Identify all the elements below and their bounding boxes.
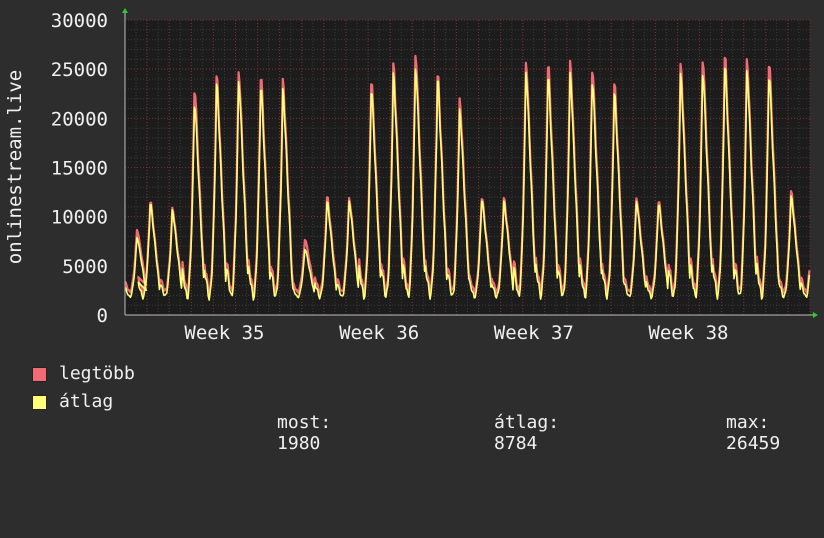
x-tick-label: Week 38 (648, 322, 728, 344)
stream-chart: 0 5000 10000 15000 20000 25000 30000 Week 35 Wee… (4, 8, 818, 344)
y-tick-label: 30000 (51, 10, 108, 32)
stat-most-value: 1980 (277, 433, 321, 454)
chart-stage: 0 5000 10000 15000 20000 25000 30000 Week 35 Wee… (0, 0, 824, 454)
stat-max-value: 26459 (726, 433, 781, 454)
y-tick-label: 20000 (51, 108, 108, 130)
y-tick-label: 0 (97, 305, 108, 327)
y-tick-label: 5000 (62, 256, 108, 278)
legend-max-row: legtöbb (32, 363, 135, 385)
y-tick-label: 10000 (51, 207, 108, 229)
y-tick-label: 25000 (51, 59, 108, 81)
stat-avg-value: 8784 (494, 433, 538, 454)
y-axis-title: onlinestream.live (4, 70, 26, 264)
legend-max-swatch (32, 367, 47, 382)
x-tick-label: Week 36 (339, 322, 419, 344)
stat-avg: átlag: 8784 (429, 391, 559, 475)
x-tick-label: Week 37 (494, 322, 574, 344)
stat-most: most: 1980 (212, 391, 331, 475)
legend-avg-swatch (32, 395, 47, 410)
x-tick-label: Week 35 (184, 322, 264, 344)
y-tick-label: 15000 (51, 158, 108, 180)
y-axis-arrow (122, 8, 128, 13)
legend-avg-row: átlag most: 1980 átlag: 8784 max: 26459 (32, 391, 822, 454)
legend-avg-label: átlag (59, 391, 114, 412)
legend-max-label: legtöbb (59, 363, 135, 384)
stat-max: max: 26459 (661, 391, 780, 475)
x-axis-arrow (813, 312, 818, 318)
